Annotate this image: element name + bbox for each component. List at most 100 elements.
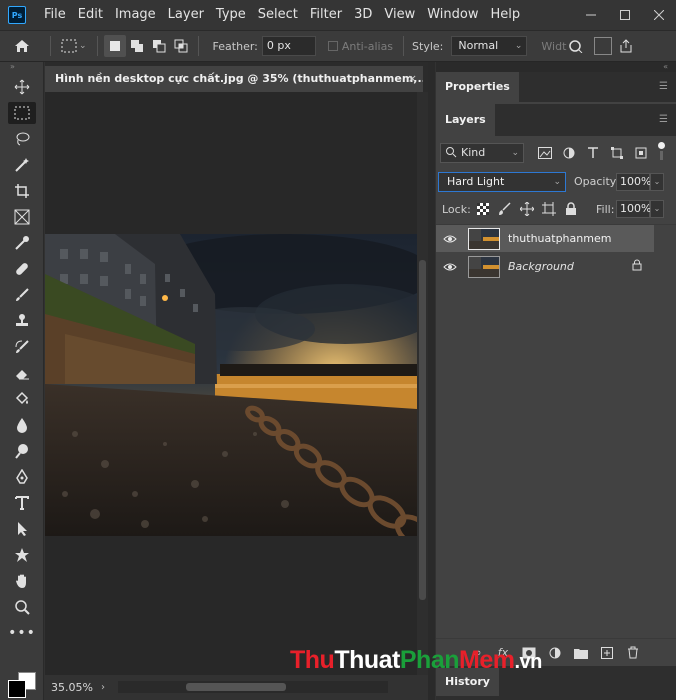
subtract-from-selection-button[interactable] bbox=[148, 35, 170, 57]
document-image[interactable] bbox=[45, 234, 417, 536]
paint-bucket-tool[interactable] bbox=[0, 386, 44, 412]
foreground-color-swatch[interactable] bbox=[8, 680, 26, 698]
style-select[interactable]: Normal ⌄ bbox=[451, 36, 528, 56]
healing-brush-tool[interactable] bbox=[0, 256, 44, 282]
minimize-icon[interactable] bbox=[574, 0, 608, 30]
lock-transparent-pixels-icon[interactable] bbox=[474, 199, 492, 219]
subtract-selection-icon bbox=[152, 40, 166, 53]
new-selection-button[interactable] bbox=[103, 35, 126, 57]
more-tools-button[interactable]: ••• bbox=[0, 620, 44, 646]
panel-menu-icon[interactable]: ☰ bbox=[659, 114, 668, 125]
visibility-eye-icon[interactable] bbox=[436, 262, 464, 272]
menu-filter[interactable]: Filter bbox=[304, 0, 348, 30]
pen-tool[interactable] bbox=[0, 464, 44, 490]
dodge-tool[interactable] bbox=[0, 438, 44, 464]
add-to-selection-button[interactable] bbox=[126, 35, 148, 57]
chevron-down-icon: ⌄ bbox=[553, 177, 561, 187]
horizontal-scrollbar[interactable] bbox=[118, 681, 388, 693]
trash-icon[interactable] bbox=[624, 643, 642, 663]
scrollbar-thumb[interactable] bbox=[419, 260, 426, 600]
adjustment-layer-icon[interactable] bbox=[546, 643, 564, 663]
layer-row-background[interactable]: Background bbox=[436, 253, 654, 280]
menu-help[interactable]: Help bbox=[485, 0, 527, 30]
zoom-tool[interactable] bbox=[0, 594, 44, 620]
custom-shape-tool[interactable] bbox=[0, 542, 44, 568]
filter-shape-icon[interactable] bbox=[608, 143, 626, 163]
collapse-arrows-icon[interactable]: » bbox=[0, 62, 43, 74]
share-icon[interactable] bbox=[618, 38, 634, 54]
chevron-down-icon[interactable]: ⌄ bbox=[650, 200, 664, 218]
color-swatches[interactable] bbox=[8, 672, 38, 700]
menu-image[interactable]: Image bbox=[109, 0, 162, 30]
new-layer-icon[interactable] bbox=[598, 643, 616, 663]
tool-preset-picker[interactable]: ⌄ bbox=[57, 39, 91, 53]
lock-icon[interactable] bbox=[632, 259, 642, 271]
lock-image-pixels-icon[interactable] bbox=[496, 199, 514, 219]
filter-adjustment-icon[interactable] bbox=[560, 143, 578, 163]
swap-dimensions-icon[interactable] bbox=[594, 37, 613, 55]
brush-tool[interactable] bbox=[0, 282, 44, 308]
collapse-panels-icon[interactable]: « bbox=[436, 62, 676, 72]
zoom-level[interactable]: 35.05% bbox=[45, 681, 95, 694]
close-tab-icon[interactable]: × bbox=[408, 66, 417, 92]
lock-all-icon[interactable] bbox=[562, 199, 580, 219]
tab-layers[interactable]: Layers bbox=[436, 104, 495, 136]
watermark-part: Thuat bbox=[334, 646, 400, 674]
filter-type-icon[interactable] bbox=[584, 143, 602, 163]
type-tool[interactable] bbox=[0, 490, 44, 516]
crop-tool[interactable] bbox=[0, 178, 44, 204]
new-group-folder-icon[interactable] bbox=[572, 643, 590, 663]
opacity-input[interactable]: 100% bbox=[616, 173, 651, 191]
bandage-icon bbox=[16, 263, 28, 275]
move-tool[interactable] bbox=[0, 74, 44, 100]
rectangular-marquee-tool[interactable] bbox=[0, 100, 44, 126]
menu-type[interactable]: Type bbox=[210, 0, 252, 30]
eraser-tool[interactable] bbox=[0, 360, 44, 386]
menu-edit[interactable]: Edit bbox=[72, 0, 109, 30]
menu-layer[interactable]: Layer bbox=[162, 0, 210, 30]
blend-mode-select[interactable]: Hard Light ⌄ bbox=[438, 172, 566, 192]
lock-position-icon[interactable] bbox=[518, 199, 536, 219]
hand-tool[interactable] bbox=[0, 568, 44, 594]
filter-toggle[interactable] bbox=[658, 142, 665, 149]
blur-tool[interactable] bbox=[0, 412, 44, 438]
frame-tool[interactable] bbox=[0, 204, 44, 230]
chevron-right-icon[interactable]: › bbox=[101, 682, 105, 693]
menu-view[interactable]: View bbox=[378, 0, 421, 30]
lock-artboard-icon[interactable] bbox=[540, 199, 558, 219]
tab-properties[interactable]: Properties bbox=[436, 72, 519, 102]
menu-select[interactable]: Select bbox=[252, 0, 304, 30]
fill-input[interactable]: 100% bbox=[616, 200, 651, 218]
path-selection-tool[interactable] bbox=[0, 516, 44, 542]
layer-thumbnail[interactable] bbox=[468, 255, 500, 278]
panel-menu-icon[interactable]: ☰ bbox=[659, 81, 668, 92]
layer-row-thuthuatphanmem[interactable]: thuthuatphanmem bbox=[436, 225, 654, 252]
feather-input[interactable]: 0 px bbox=[261, 36, 316, 56]
menu-3d[interactable]: 3D bbox=[348, 0, 378, 30]
history-brush-tool[interactable] bbox=[0, 334, 44, 360]
home-button[interactable] bbox=[0, 30, 44, 62]
chevron-down-icon[interactable]: ⌄ bbox=[650, 173, 664, 191]
antialias-checkbox[interactable]: Anti-alias bbox=[327, 40, 393, 53]
layer-name[interactable]: Background bbox=[508, 260, 574, 273]
clone-stamp-tool[interactable] bbox=[0, 308, 44, 334]
layer-thumbnail[interactable] bbox=[468, 227, 500, 250]
watermark-part: Thu bbox=[290, 646, 335, 674]
close-window-icon[interactable] bbox=[642, 0, 676, 30]
scrollbar-thumb[interactable] bbox=[186, 683, 286, 691]
menu-file[interactable]: File bbox=[38, 0, 72, 30]
eyedropper-tool[interactable] bbox=[0, 230, 44, 256]
filter-pixel-icon[interactable] bbox=[536, 143, 554, 163]
menu-window[interactable]: Window bbox=[421, 0, 484, 30]
intersect-selection-button[interactable] bbox=[170, 35, 192, 57]
layer-name[interactable]: thuthuatphanmem bbox=[508, 232, 611, 245]
filter-smart-object-icon[interactable] bbox=[632, 143, 650, 163]
document-tab[interactable]: Hình nền desktop cực chất.jpg @ 35% (thu… bbox=[45, 66, 423, 92]
maximize-icon[interactable] bbox=[608, 0, 642, 30]
lasso-tool[interactable] bbox=[0, 126, 44, 152]
magic-wand-tool[interactable] bbox=[0, 152, 44, 178]
layer-filter-select[interactable]: Kind ⌄ bbox=[440, 143, 524, 163]
visibility-eye-icon[interactable] bbox=[436, 234, 464, 244]
vertical-scrollbar[interactable] bbox=[417, 92, 428, 675]
search-icon[interactable] bbox=[568, 39, 592, 53]
